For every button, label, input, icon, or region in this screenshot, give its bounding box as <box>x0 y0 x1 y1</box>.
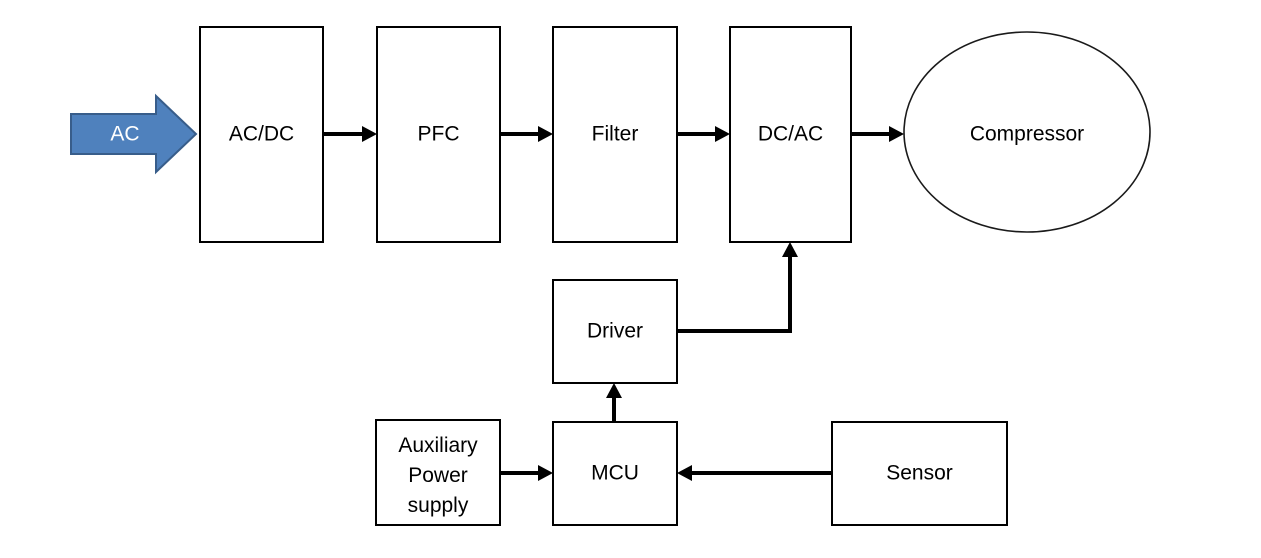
node-mcu[interactable]: MCU <box>552 421 678 526</box>
node-sensor-label: Sensor <box>886 462 953 485</box>
node-dcac-label: DC/AC <box>758 123 823 146</box>
node-mcu-label: MCU <box>591 462 639 485</box>
block-diagram-canvas: AC AC/DC PFC Filter DC/AC Compressor Dri… <box>0 0 1261 558</box>
connector-filter-to-dcac <box>677 126 730 142</box>
node-sensor[interactable]: Sensor <box>831 421 1008 526</box>
node-compressor-label: Compressor <box>970 123 1084 146</box>
node-dcac[interactable]: DC/AC <box>729 26 852 243</box>
connector-auxiliary-to-mcu-arrowhead <box>538 465 553 481</box>
node-pfc-label: PFC <box>418 123 460 146</box>
node-auxiliary-power-supply-label-line2: Power <box>408 464 468 487</box>
connector-driver-to-dcac <box>677 242 798 333</box>
connector-mcu-to-driver-arrowhead <box>606 383 622 398</box>
connector-acdc-to-pfc <box>323 126 377 142</box>
ac-input-arrow-label: AC <box>110 123 139 146</box>
connector-dcac-to-compressor <box>851 126 904 142</box>
connector-filter-to-dcac-arrowhead <box>715 126 730 142</box>
connector-pfc-to-filter <box>500 126 553 142</box>
block-diagram-svg: AC AC/DC PFC Filter DC/AC Compressor Dri… <box>70 26 1151 526</box>
node-driver-label: Driver <box>587 320 643 343</box>
node-filter-label: Filter <box>592 123 639 146</box>
connector-driver-to-dcac-line <box>677 254 792 333</box>
node-compressor[interactable]: Compressor <box>903 31 1151 233</box>
node-acdc-label: AC/DC <box>229 123 294 146</box>
connector-acdc-to-pfc-arrowhead <box>362 126 377 142</box>
connector-auxiliary-to-mcu <box>500 465 553 481</box>
connector-dcac-to-compressor-arrowhead <box>889 126 904 142</box>
node-driver[interactable]: Driver <box>552 279 678 384</box>
node-auxiliary-power-supply-label-line3: supply <box>408 494 469 517</box>
ac-input-arrow[interactable]: AC <box>70 93 198 175</box>
connector-sensor-to-mcu-arrowhead <box>677 465 692 481</box>
node-acdc[interactable]: AC/DC <box>199 26 324 243</box>
connector-pfc-to-filter-arrowhead <box>538 126 553 142</box>
connector-sensor-to-mcu <box>677 465 832 481</box>
node-auxiliary-power-supply-label-line1: Auxiliary <box>398 434 478 457</box>
connector-driver-to-dcac-arrowhead <box>782 242 798 257</box>
node-filter[interactable]: Filter <box>552 26 678 243</box>
node-auxiliary-power-supply[interactable]: Auxiliary Power supply <box>375 419 501 526</box>
node-pfc[interactable]: PFC <box>376 26 501 243</box>
connector-mcu-to-driver <box>606 383 622 422</box>
